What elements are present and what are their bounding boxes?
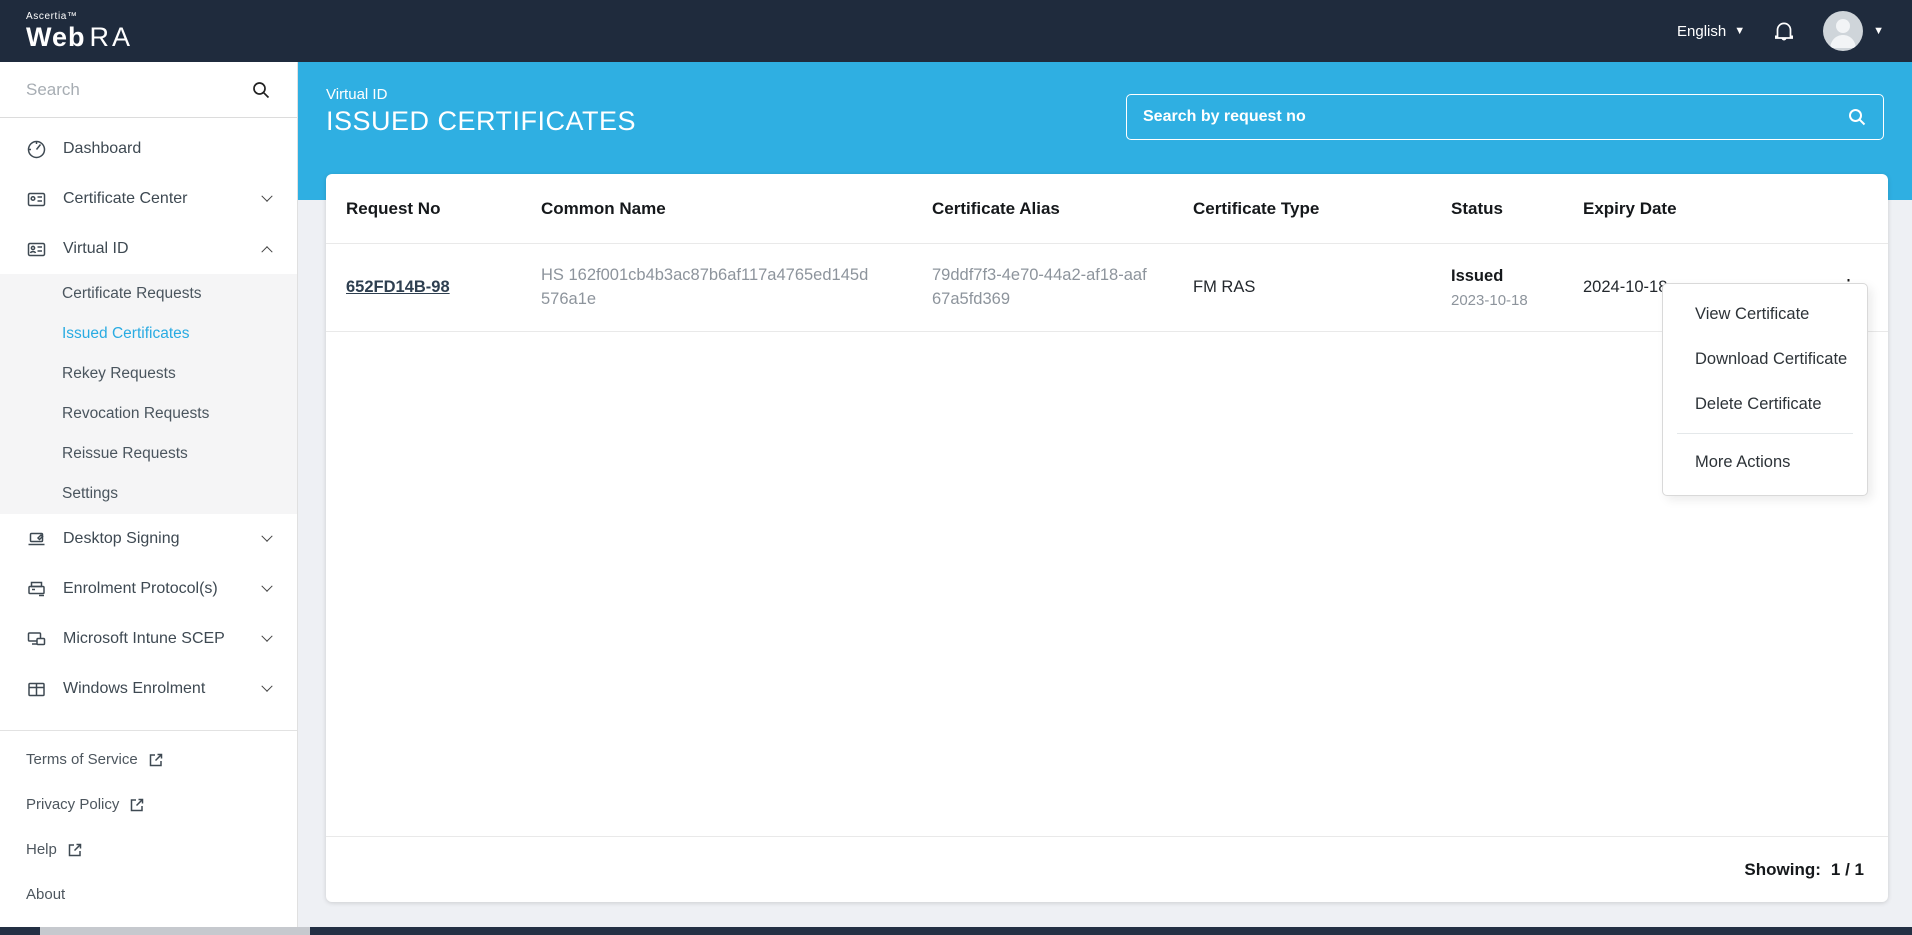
sidebar-search-input[interactable]	[26, 80, 251, 100]
user-menu[interactable]: ▼	[1823, 11, 1884, 51]
chevron-down-icon	[261, 581, 272, 592]
virtual-id-icon	[26, 239, 47, 260]
search-icon	[251, 80, 271, 100]
request-no-link[interactable]: 652FD14B-98	[346, 278, 450, 296]
avatar	[1823, 11, 1863, 51]
sidebar-item-desktop-signing[interactable]: Desktop Signing	[0, 514, 297, 564]
external-link-icon	[67, 842, 83, 858]
sidebar-search	[0, 62, 297, 118]
column-header-certificate-alias: Certificate Alias	[932, 199, 1193, 219]
sidebar-item-windows-enrolment[interactable]: Windows Enrolment	[0, 664, 297, 714]
product-name: WebRA	[26, 22, 133, 52]
chevron-up-icon	[261, 246, 272, 257]
windows-enrolment-icon	[26, 679, 47, 700]
sidebar-item-label: Desktop Signing	[63, 530, 180, 548]
sidebar-item-rekey-requests[interactable]: Rekey Requests	[0, 354, 297, 394]
ascertia-brand-text: Ascertia™	[26, 12, 133, 22]
sidebar-item-certificate-center[interactable]: Certificate Center	[0, 174, 297, 224]
sidebar-item-issued-certificates[interactable]: Issued Certificates	[0, 314, 297, 354]
sidebar-item-certificate-requests[interactable]: Certificate Requests	[0, 274, 297, 314]
request-search-input[interactable]	[1143, 108, 1847, 126]
privacy-policy-link[interactable]: Privacy Policy	[0, 782, 297, 827]
language-selector[interactable]: English ▼	[1677, 23, 1745, 40]
chevron-down-icon	[261, 531, 272, 542]
chevron-down-icon	[261, 191, 272, 202]
more-actions-menu-item[interactable]: More Actions	[1663, 440, 1867, 485]
status-cell: Issued 2023-10-18	[1451, 267, 1583, 309]
external-link-icon	[129, 797, 145, 813]
sidebar-item-reissue-requests[interactable]: Reissue Requests	[0, 434, 297, 474]
certificate-type-cell: FM RAS	[1193, 278, 1451, 297]
breadcrumb: Virtual ID	[326, 86, 387, 103]
intune-scep-icon	[26, 629, 47, 650]
status-badge: Issued	[1451, 267, 1583, 286]
top-navbar: Ascertia™ WebRA English ▼ ▼	[0, 0, 1912, 62]
sidebar: Dashboard Certificate Center Virtual ID	[0, 62, 298, 935]
dashboard-icon	[26, 139, 47, 160]
sidebar-item-settings[interactable]: Settings	[0, 474, 297, 514]
sidebar-item-label: Certificate Center	[63, 190, 188, 208]
chevron-down-icon: ▼	[1873, 25, 1884, 37]
delete-certificate-menu-item[interactable]: Delete Certificate	[1663, 382, 1867, 427]
main-content: Virtual ID ISSUED CERTIFICATES Request N…	[298, 62, 1912, 935]
page-title: ISSUED CERTIFICATES	[326, 106, 636, 137]
column-header-common-name: Common Name	[541, 199, 932, 219]
scrollbar-thumb[interactable]	[40, 927, 310, 935]
certificate-center-icon	[26, 189, 47, 210]
column-header-certificate-type: Certificate Type	[1193, 199, 1451, 219]
webra-logo: Ascertia™ WebRA	[26, 12, 133, 51]
showing-label: Showing:	[1744, 860, 1820, 880]
notifications-bell-icon[interactable]	[1771, 18, 1797, 44]
enrolment-protocol-icon	[26, 579, 47, 600]
certificate-alias-cell: 79ddf7f3-4e70-44a2-af18-aaf67a5fd369	[932, 264, 1152, 310]
request-search-box	[1126, 94, 1884, 140]
table-footer: Showing: 1 / 1	[326, 836, 1888, 902]
chevron-down-icon	[261, 631, 272, 642]
column-header-expiry-date: Expiry Date	[1583, 199, 1823, 219]
sidebar-item-label: Microsoft Intune SCEP	[63, 630, 225, 648]
sidebar-item-microsoft-intune-scep[interactable]: Microsoft Intune SCEP	[0, 614, 297, 664]
download-certificate-menu-item[interactable]: Download Certificate	[1663, 337, 1867, 382]
common-name-cell: HS 162f001cb4b3ac87b6af117a4765ed145d576…	[541, 264, 871, 310]
sidebar-item-dashboard[interactable]: Dashboard	[0, 124, 297, 174]
sidebar-divider	[0, 730, 297, 731]
external-link-icon	[148, 752, 164, 768]
chevron-down-icon: ▼	[1734, 25, 1745, 37]
table-header: Request No Common Name Certificate Alias…	[326, 174, 1888, 244]
sidebar-item-label: Dashboard	[63, 140, 141, 158]
status-date: 2023-10-18	[1451, 292, 1583, 309]
menu-divider	[1677, 433, 1853, 434]
terms-of-service-link[interactable]: Terms of Service	[0, 737, 297, 782]
sidebar-item-revocation-requests[interactable]: Revocation Requests	[0, 394, 297, 434]
table-row: 652FD14B-98 HS 162f001cb4b3ac87b6af117a4…	[326, 244, 1888, 332]
sidebar-item-enrolment-protocols[interactable]: Enrolment Protocol(s)	[0, 564, 297, 614]
column-header-request-no: Request No	[346, 199, 541, 219]
sidebar-item-label: Virtual ID	[63, 240, 129, 258]
desktop-signing-icon	[26, 529, 47, 550]
language-label: English	[1677, 23, 1726, 40]
column-header-status: Status	[1451, 199, 1583, 219]
virtual-id-submenu: Certificate Requests Issued Certificates…	[0, 274, 297, 514]
about-link[interactable]: About	[0, 872, 297, 917]
issued-certificates-card: Request No Common Name Certificate Alias…	[326, 174, 1888, 902]
view-certificate-menu-item[interactable]: View Certificate	[1663, 292, 1867, 337]
sidebar-item-virtual-id[interactable]: Virtual ID	[0, 224, 297, 274]
horizontal-scrollbar[interactable]	[0, 927, 1912, 935]
showing-value: 1 / 1	[1831, 860, 1864, 880]
chevron-down-icon	[261, 681, 272, 692]
sidebar-item-label: Enrolment Protocol(s)	[63, 580, 218, 598]
sidebar-item-label: Windows Enrolment	[63, 680, 205, 698]
search-icon	[1847, 107, 1867, 127]
help-link[interactable]: Help	[0, 827, 297, 872]
row-actions-menu: View Certificate Download Certificate De…	[1662, 283, 1868, 496]
